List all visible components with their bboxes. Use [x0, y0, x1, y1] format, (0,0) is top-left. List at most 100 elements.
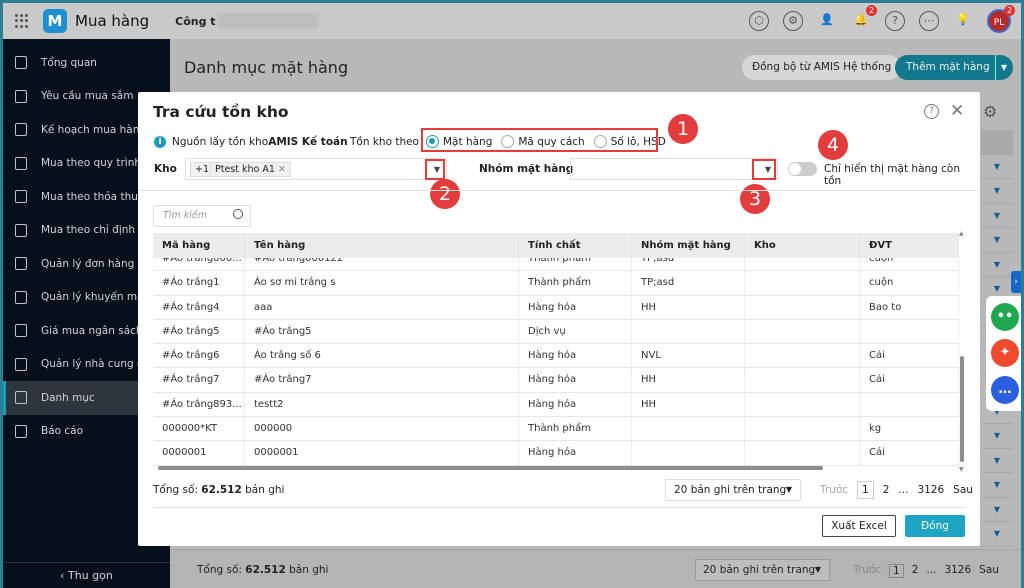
page-size-select[interactable]: 20 bản ghi trên trang ▼: [665, 479, 801, 501]
table-row[interactable]: #Áo trắng7 #Áo trắng7 Hàng hóa HH Cái: [153, 368, 959, 393]
table-row[interactable]: #Áo trắng1 Áo sơ mi trắng s Thành phẩm TP;a…: [153, 271, 959, 296]
stock-lookup-dialog: Tra cứu tồn kho ? ✕ i Nguồn lấy tồn kho A…: [138, 92, 980, 546]
table-row[interactable]: #Áo trắng893... testt2 Hàng hóa HH: [153, 392, 959, 418]
table-row[interactable]: #Áo trắng5 #Áo trắng5 Dịch vụ: [153, 319, 959, 345]
table-cell: aaa: [245, 295, 519, 319]
chatbot-icon[interactable]: ••: [991, 303, 1019, 332]
kho-label: Kho: [154, 163, 177, 175]
table-cell: Hàng hóa: [519, 392, 632, 417]
sync-amis-button[interactable]: Đồng bộ từ AMIS Hệ thống: [742, 55, 902, 80]
list-icon: [15, 391, 27, 405]
page-ellipsis: ...: [898, 484, 909, 496]
col-ma-hang[interactable]: Mã hàng: [153, 233, 245, 258]
gear-icon[interactable]: ⚙: [783, 11, 803, 31]
table-cell: [745, 344, 860, 368]
table-row[interactable]: #Áo trắng6 Áo trắng số 6 Hàng hóa NVL Cái: [153, 344, 959, 369]
page-1[interactable]: 1: [889, 564, 904, 578]
table-cell: Áo sơ mi trắng s: [245, 271, 519, 295]
clipboard-plus-icon: [15, 89, 27, 103]
table-cell: testt2: [245, 392, 519, 417]
ai-sparkle-icon[interactable]: ✦: [991, 339, 1019, 368]
col-tinh-chat[interactable]: Tính chất: [519, 233, 632, 258]
add-user-icon[interactable]: 👤: [817, 11, 837, 31]
table-cell: [632, 319, 745, 344]
avatar[interactable]: PL 2: [987, 5, 1015, 33]
app-window: M Mua hàng Công t ⬡ ⚙ 👤 🔔 2 ? ⋯ 💡 PL 2 Tổn…: [3, 3, 1021, 588]
next-page-button[interactable]: Sau: [953, 484, 973, 499]
annotation-3: 3: [740, 184, 770, 214]
prev-page-button[interactable]: Trước: [820, 484, 848, 499]
chevron-down-icon[interactable]: ▼: [994, 55, 1007, 80]
help-icon[interactable]: ?: [885, 11, 905, 31]
box-hand-icon: [15, 257, 27, 271]
table-row[interactable]: #Áo trắng4 aaa Hàng hóa HH Bao to: [153, 295, 959, 320]
table-cell: [745, 368, 860, 392]
table-cell: Bao to: [860, 295, 959, 319]
sidebar-item-label: Mua theo thỏa thuận: [41, 190, 151, 203]
background-pagination-bar: Tổng số: 62.512 bản ghi 20 bản ghi trên …: [170, 549, 1021, 588]
lightbulb-book-icon[interactable]: 💡: [953, 11, 973, 31]
clipboard-chart-icon: [15, 56, 27, 70]
dialog-title: Tra cứu tồn kho: [153, 103, 289, 121]
page-1-button[interactable]: 1: [857, 481, 874, 499]
table-cell: #Áo trắng5: [153, 319, 245, 344]
page-2-button[interactable]: 2: [883, 484, 890, 499]
close-icon[interactable]: ✕: [950, 101, 964, 121]
bell-icon[interactable]: 🔔 2: [851, 5, 877, 31]
col-kho[interactable]: Kho: [745, 233, 860, 258]
background-page-size-select[interactable]: 20 bản ghi trên trang ▼: [695, 559, 830, 581]
table-cell: Cái: [860, 344, 959, 368]
annotation-box-3: [752, 159, 776, 180]
table-horizontal-scrollbar[interactable]: [153, 464, 959, 472]
add-item-button[interactable]: Thêm mặt hàng ▼: [895, 55, 1013, 80]
chat-bubble-icon[interactable]: …: [991, 375, 1019, 404]
col-dvt[interactable]: ĐVT: [860, 233, 959, 258]
annotation-box-2: [425, 159, 445, 180]
help-icon[interactable]: ?: [924, 104, 939, 119]
table-cell: Cái: [860, 441, 959, 465]
app-grid-icon[interactable]: [15, 14, 29, 28]
page-title: Danh mục mặt hàng: [184, 58, 349, 77]
app-logo: M: [43, 9, 67, 33]
kho-multiselect[interactable]: +1 Ptest kho A1 ✕ ▼: [185, 158, 447, 180]
collapse-sidebar-button[interactable]: ‹ Thu gọn: [3, 562, 170, 588]
nhom-mat-hang-select[interactable]: ▼: [570, 158, 778, 180]
background-pager: Trước 1 2 ... 3126 Sau: [853, 564, 999, 578]
box-search-icon[interactable]: ⬡: [749, 11, 769, 31]
export-excel-button[interactable]: Xuất Excel: [822, 515, 896, 537]
in-stock-only-toggle[interactable]: [788, 162, 817, 176]
table-row[interactable]: 0000001 0000001 Hàng hóa Cái: [153, 441, 959, 466]
search-icon[interactable]: [233, 209, 243, 219]
chevron-down-icon: ▼: [785, 485, 792, 494]
table-cell: TP;asd: [632, 271, 745, 295]
sidebar-item-label: Tổng quan: [41, 56, 97, 69]
table-cell: #Áo trắng7: [153, 368, 245, 392]
remove-chip-icon[interactable]: ✕: [278, 164, 286, 175]
column-settings-icon[interactable]: ⚙: [983, 102, 997, 121]
table-cell: #Áo trắng4: [153, 295, 245, 319]
page-2[interactable]: 2: [912, 564, 919, 578]
nhom-label: Nhóm mặt hàng: [479, 163, 574, 175]
more-icon[interactable]: ⋯: [919, 11, 939, 31]
sidebar-item[interactable]: Tổng quan: [3, 46, 170, 80]
prev-page[interactable]: Trước: [853, 564, 881, 578]
sidebar-item-label: Yêu cầu mua sắm: [41, 90, 134, 103]
dollar-clipboard-icon: [15, 324, 27, 338]
stock-table: Mã hàng Tên hàng Tính chất Nhóm mặt hàng…: [153, 233, 959, 471]
document-icon: [15, 190, 27, 204]
close-button[interactable]: Đóng: [905, 515, 965, 537]
expand-panel-tab[interactable]: ›: [1011, 271, 1021, 293]
table-row[interactable]: 000000*KT 000000 Thành phẩm kg: [153, 417, 959, 442]
company-name[interactable]: Công t: [175, 15, 215, 28]
table-cell: Áo trắng số 6: [245, 344, 519, 368]
table-cell: Hàng hóa: [519, 368, 632, 392]
col-ten-hang[interactable]: Tên hàng: [245, 233, 519, 258]
next-page[interactable]: Sau: [979, 564, 999, 578]
search-input[interactable]: Tìm kiếm: [153, 205, 251, 227]
table-cell: [745, 392, 860, 417]
truck-icon: [15, 357, 27, 371]
page-last-button[interactable]: 3126: [917, 484, 944, 499]
col-nhom-mat-hang[interactable]: Nhóm mặt hàng: [632, 233, 745, 258]
table-vertical-scrollbar[interactable]: ▲ ▼: [958, 230, 968, 473]
page-last[interactable]: 3126: [944, 564, 971, 578]
